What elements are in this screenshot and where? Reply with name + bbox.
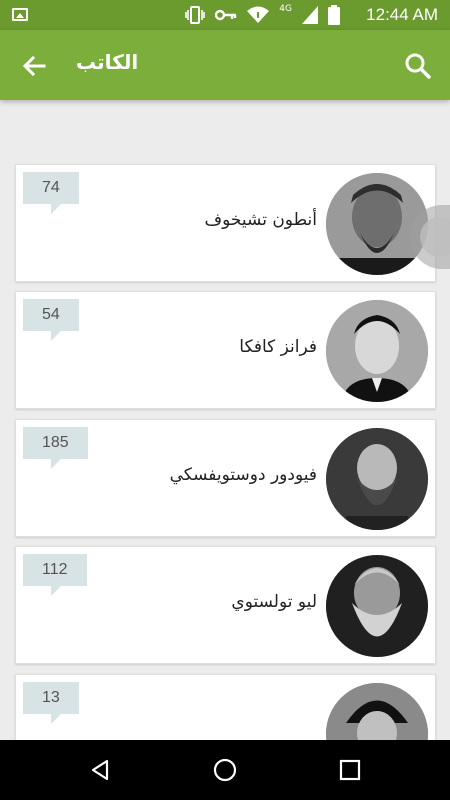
- image-icon: [12, 8, 28, 21]
- key-icon: [215, 9, 237, 21]
- author-list: 74 أنطون تشيخوف 54 فرانز كافكا 185 فيودو…: [0, 100, 450, 740]
- author-avatar: [326, 683, 428, 740]
- battery-icon: [328, 5, 340, 25]
- author-name: أنطون تشيخوف: [204, 210, 317, 230]
- author-avatar: [326, 428, 428, 530]
- signal-icon: [302, 6, 318, 24]
- author-name: ليو تولستوي: [231, 592, 317, 612]
- arrow-back-icon[interactable]: [18, 50, 50, 82]
- book-count-badge: 13: [23, 682, 79, 724]
- author-name: فرانز كافكا: [239, 337, 317, 357]
- recent-square-icon[interactable]: [338, 758, 362, 782]
- author-avatar: [326, 555, 428, 657]
- vibrate-icon: [185, 6, 206, 24]
- search-icon[interactable]: [402, 50, 434, 82]
- system-nav-bar: [0, 740, 450, 800]
- author-name: فيودور دوستويفسكي: [169, 465, 317, 485]
- clock: 12:44 AM: [366, 5, 438, 24]
- author-card[interactable]: 185 فيودور دوستويفسكي: [15, 419, 436, 537]
- network-type: 4G: [279, 4, 292, 14]
- status-icons: 4G: [185, 4, 340, 25]
- book-count-badge: 54: [23, 299, 79, 341]
- author-card[interactable]: 112 ليو تولستوي: [15, 546, 436, 664]
- wifi-icon: [247, 6, 270, 23]
- back-triangle-icon[interactable]: [88, 758, 112, 782]
- book-count-badge: 112: [23, 554, 87, 596]
- status-bar: 4G 12:44 AM: [0, 0, 450, 30]
- author-card[interactable]: 54 فرانز كافكا: [15, 291, 436, 409]
- home-circle-icon[interactable]: [213, 758, 237, 782]
- author-card[interactable]: 13: [15, 674, 436, 740]
- book-count-badge: 74: [23, 172, 79, 214]
- book-count-badge: 185: [23, 427, 88, 469]
- author-avatar: [326, 300, 428, 402]
- page-title: الكاتب: [76, 50, 139, 74]
- author-card[interactable]: 74 أنطون تشيخوف: [15, 164, 436, 282]
- app-bar: الكاتب: [0, 30, 450, 100]
